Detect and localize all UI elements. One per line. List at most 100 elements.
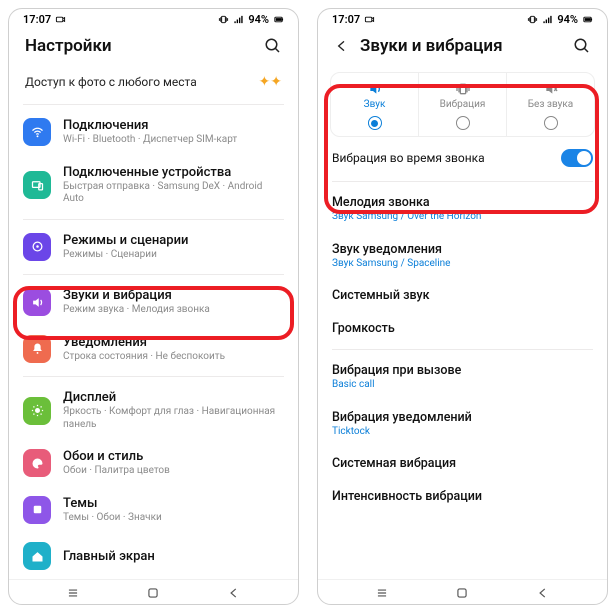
toggle-switch[interactable] [561,149,593,167]
signal-icon [233,14,244,25]
row-sub: Ticktock [332,426,593,439]
row-connections[interactable]: Подключения Wi-Fi · Bluetooth · Диспетче… [9,109,298,156]
back-button[interactable] [533,586,553,600]
speaker-icon [333,81,416,97]
back-icon[interactable] [334,38,350,54]
row-title: Вибрация при вызове [332,363,593,378]
radio-vibration[interactable] [456,116,470,130]
battery-percent: 94% [557,13,578,26]
home-icon [23,542,51,570]
back-button[interactable] [224,586,244,600]
row-sub: Яркость · Комфорт для глаз · Навигационн… [63,406,284,431]
palette-icon [23,449,51,477]
divider [23,274,284,275]
mode-mute[interactable]: Без звука [507,73,594,136]
row-vibration-intensity[interactable]: Интенсивность вибрации [318,480,607,513]
row-sub: Строка состояния · Не беспокоить [63,351,284,364]
row-title: Звук уведомления [332,242,593,257]
phone-sounds: 17:07 94% Звуки и вибрация Звук Вибрация [317,8,608,605]
recents-button[interactable] [63,586,83,600]
settings-list: Подключения Wi-Fi · Bluetooth · Диспетче… [9,109,298,579]
row-title: Мелодия звонка [332,195,593,210]
row-sub: Звук Samsung / Spaceline [332,258,593,271]
camera-status-icon [364,14,375,25]
row-title: Подключенные устройства [63,165,284,180]
row-connected-devices[interactable]: Подключенные устройства Быстрая отправка… [9,156,298,215]
mode-vibration[interactable]: Вибрация [419,73,507,136]
battery-percent: 94% [248,13,269,26]
sounds-list: Мелодия звонка Звук Samsung / Over the H… [318,186,607,579]
row-title: Обои и стиль [63,449,284,464]
row-sub: Режим звука · Мелодия звонка [63,304,284,317]
row-volume[interactable]: Громкость [318,312,607,345]
row-title: Режимы и сценарии [63,233,284,248]
nav-bar [318,579,607,604]
divider [332,349,593,350]
sparkle-icon: ✦✦ [259,74,282,90]
row-title: Главный экран [63,549,284,564]
row-title: Темы [63,496,284,511]
row-sub: Wi-Fi · Bluetooth · Диспетчер SIM-карт [63,134,284,147]
bell-icon [23,335,51,363]
page-title: Настройки [25,36,112,56]
header: Настройки [9,26,298,64]
row-title: Интенсивность вибрации [332,489,593,504]
devices-icon [23,171,51,199]
divider [23,376,284,377]
row-themes[interactable]: Темы Темы · Обои · Значки [9,487,298,534]
row-ringtone[interactable]: Мелодия звонка Звук Samsung / Over the H… [318,186,607,233]
row-title: Громкость [332,321,593,336]
row-notification-vibration[interactable]: Вибрация уведомлений Ticktock [318,401,607,448]
row-display[interactable]: Дисплей Яркость · Комфорт для глаз · Нав… [9,381,298,440]
promo-row[interactable]: Доступ к фото с любого места ✦✦ [9,64,298,100]
status-bar: 17:07 94% [318,9,607,26]
row-system-vibration[interactable]: Системная вибрация [318,447,607,480]
phone-settings: 17:07 94% Настройки Доступ к фото с любо… [8,8,299,605]
row-title: Звуки и вибрация [63,288,284,303]
divider [332,181,593,182]
divider [23,104,284,105]
vibrate-status-icon [527,14,538,25]
mode-sound[interactable]: Звук [331,73,419,136]
mode-label: Без звука [509,99,592,110]
row-sub: Режимы · Сценарии [63,249,284,262]
search-icon[interactable] [264,37,282,55]
home-button[interactable] [143,586,163,600]
status-time: 17:07 [332,13,360,26]
row-notification-sound[interactable]: Звук уведомления Звук Samsung / Spacelin… [318,233,607,280]
status-time: 17:07 [23,13,51,26]
sound-mode-selector: Звук Вибрация Без звука [330,72,595,137]
row-wallpaper[interactable]: Обои и стиль Обои · Палитра цветов [9,440,298,487]
row-title: Вибрация уведомлений [332,410,593,425]
row-notifications[interactable]: Уведомления Строка состояния · Не беспок… [9,326,298,373]
radio-mute[interactable] [544,116,558,130]
radio-sound[interactable] [368,116,382,130]
mode-label: Звук [333,99,416,110]
vibrate-icon [421,81,504,97]
row-title: Уведомления [63,335,284,350]
camera-status-icon [55,14,66,25]
home-button[interactable] [452,586,472,600]
row-sub: Быстрая отправка · Samsung DeX · Android… [63,181,284,206]
recents-button[interactable] [372,586,392,600]
row-title: Системный звук [332,288,593,303]
divider [23,219,284,220]
row-title: Подключения [63,118,284,133]
nav-bar [9,579,298,604]
battery-icon [582,14,593,25]
row-modes[interactable]: Режимы и сценарии Режимы · Сценарии [9,224,298,271]
row-sub: Basic call [332,379,593,392]
mode-label: Вибрация [421,99,504,110]
vibrate-while-ringing-row[interactable]: Вибрация во время звонка [318,139,607,177]
mute-icon [509,81,592,97]
row-call-vibration[interactable]: Вибрация при вызове Basic call [318,354,607,401]
row-system-sound[interactable]: Системный звук [318,279,607,312]
row-home[interactable]: Главный экран [9,533,298,579]
battery-icon [273,14,284,25]
row-sub: Темы · Обои · Значки [63,512,284,525]
vibrate-status-icon [218,14,229,25]
search-icon[interactable] [573,37,591,55]
row-sounds[interactable]: Звуки и вибрация Режим звука · Мелодия з… [9,279,298,326]
header: Звуки и вибрация [318,26,607,64]
sound-icon [23,288,51,316]
